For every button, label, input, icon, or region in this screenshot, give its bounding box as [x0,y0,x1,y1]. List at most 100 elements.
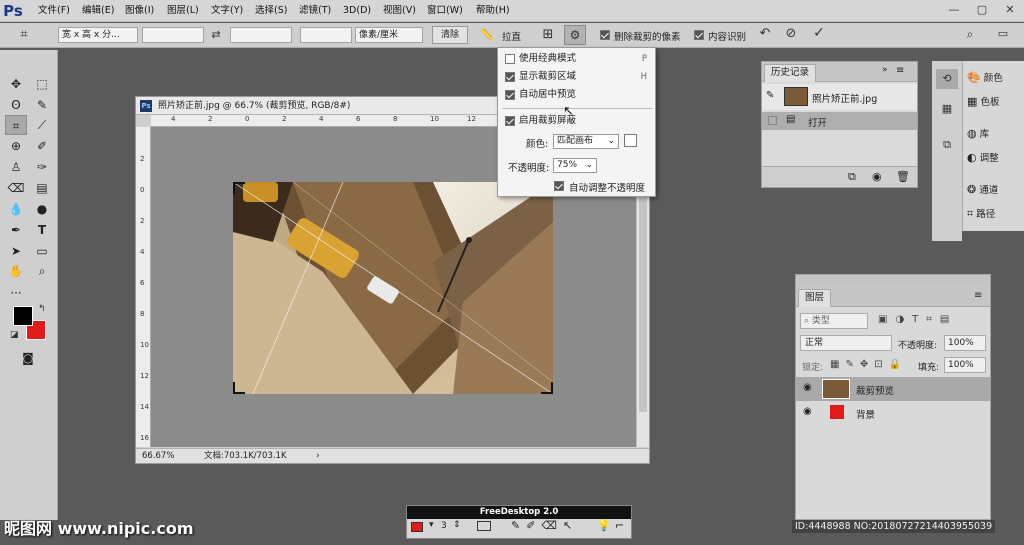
width-input[interactable] [142,27,204,43]
eyedropper-tool-icon[interactable]: ⟋ [31,115,53,135]
overlay-options-icon[interactable]: ⊞ [538,27,558,42]
history-step-row[interactable]: ▤ 打开 [762,112,917,130]
fill-input[interactable]: 100% [944,357,986,373]
stamp-tool-icon[interactable]: ♙ [5,157,27,177]
trash-icon[interactable]: 🗑 [896,170,910,183]
menu-layer[interactable]: 图层(L) [167,0,199,22]
crop-handle-bl[interactable] [233,382,245,394]
more-tools-icon[interactable]: ··· [5,283,27,303]
clone-source-icon[interactable]: ⧉ [936,135,958,155]
visibility-eye-icon[interactable]: ◉ [803,406,812,417]
content-aware-checkbox[interactable] [694,30,704,43]
layers-panel-grip[interactable] [796,275,990,285]
history-tab[interactable]: 历史记录 [764,64,817,82]
camera-icon[interactable]: ◉ [872,170,882,183]
shield-color-select[interactable]: 匹配画布 ⌄ [553,134,619,149]
healing-tool-icon[interactable]: ⊕ [5,136,27,156]
marquee-tool-icon[interactable]: ⬚ [31,74,53,94]
dd-classic-mode[interactable]: 使用经典模式 P [498,50,655,68]
foreground-color-swatch[interactable] [13,306,33,326]
menu-help[interactable]: 帮助(H) [476,0,510,22]
close-button[interactable]: ✕ [996,2,1024,18]
status-expand-icon[interactable]: › [316,449,320,463]
maximize-button[interactable]: ▢ [968,2,996,18]
chevron-down-icon[interactable]: ▾ [429,520,434,530]
classic-mode-checkbox[interactable] [505,54,515,64]
size-stepper-icon[interactable]: ⇕ [453,520,461,530]
clear-button[interactable]: 清除 [432,26,468,44]
layer-filter-select[interactable]: ⌕ 类型 [800,313,868,329]
menu-image[interactable]: 图像(I) [125,0,154,22]
delete-cropped-checkbox[interactable] [600,30,610,43]
workspace-icon[interactable]: ▭ [994,27,1012,40]
menu-window[interactable]: 窗口(W) [427,0,463,22]
lasso-tool-icon[interactable]: ʘ [5,95,27,115]
crop-handle-tl[interactable] [233,182,245,194]
unit-select[interactable]: 像素/厘米 [355,27,423,43]
pen-tool-icon[interactable]: ✒ [5,220,27,240]
ratio-select[interactable]: 宽 x 高 x 分... [58,27,138,43]
zoom-tool-icon[interactable]: ⌕ [31,261,53,281]
crop-tool-preset-icon[interactable]: ⌗ [14,27,34,43]
type-tool-icon[interactable]: T [31,220,53,240]
zoom-level[interactable]: 66.67% [142,449,174,463]
path-select-icon[interactable]: ➤ [5,241,27,261]
lock-icons[interactable]: ▦✎✥⊡🔒 [830,359,907,370]
swap-colors-icon[interactable]: ↰ [38,304,46,314]
pen-color-swatch[interactable] [411,522,423,532]
menu-select[interactable]: 选择(S) [255,0,287,22]
properties-panel-icon[interactable]: ▦ [936,99,958,119]
layer-opacity-input[interactable]: 100% [944,335,986,351]
auto-opacity-checkbox[interactable] [554,181,564,194]
shape-rect-icon[interactable] [477,521,491,531]
crop-preview-image[interactable] [233,182,553,394]
history-brush-icon[interactable]: ✑ [31,157,53,177]
history-snapshot-row[interactable]: ✎ 照片矫正前.jpg [762,84,917,110]
height-input[interactable] [230,27,292,43]
gradient-tool-icon[interactable]: ▤ [31,178,53,198]
blur-tool-icon[interactable]: 💧 [5,199,27,219]
panel-menu-icon[interactable]: ≡ [896,65,904,76]
line-tool-icon[interactable]: ⌐ [615,519,624,532]
straighten-icon[interactable]: 📏 [478,28,496,41]
eraser-tool-icon[interactable]: ⌫ [5,178,27,198]
adjustments-panel-item[interactable]: ◐ 调整 [967,147,1024,169]
layer-row-crop-preview[interactable]: ◉ 裁剪预览 [796,377,990,401]
shield-color-swatch[interactable] [624,134,637,147]
dd-show-crop-area[interactable]: 显示裁剪区域 H [498,68,655,86]
step-source-box[interactable] [768,116,777,125]
cancel-icon[interactable]: ⊘ [782,26,800,41]
brush-tool-icon[interactable]: ✐ [31,136,53,156]
resolution-input[interactable] [300,27,352,43]
minimize-button[interactable]: — [940,2,968,18]
swatches-panel-item[interactable]: ▦ 色板 [967,91,1024,113]
new-document-icon[interactable]: ⧉ [848,170,856,184]
quick-select-tool-icon[interactable]: ✎ [31,95,53,115]
hand-tool-icon[interactable]: ✋ [5,261,27,281]
history-panel-icon[interactable]: ⟲ [936,69,958,89]
channels-panel-item[interactable]: ❂ 通道 [967,179,1024,201]
gear-icon[interactable]: ⚙ [564,25,586,45]
menu-file[interactable]: 文件(F) [38,0,70,22]
commit-icon[interactable]: ✓ [810,25,828,41]
crop-tool-icon[interactable]: ⌗ [5,115,27,135]
shield-opacity-input[interactable]: 75% ⌄ [553,158,597,173]
menu-filter[interactable]: 滤镜(T) [299,0,331,22]
pen-size-value[interactable]: 3 [441,521,447,531]
color-panel-item[interactable]: 🎨 颜色 [967,67,1024,89]
reset-icon[interactable]: ↶ [756,26,774,41]
search-icon[interactable]: ⌕ [962,27,978,42]
menu-view[interactable]: 视图(V) [383,0,416,22]
crop-handle-br[interactable] [541,382,553,394]
drawing-tool-icons[interactable]: ✎✐⌫↖ [511,519,578,532]
dd-enable-shield[interactable]: 启用裁剪屏蔽 [498,112,655,130]
dd-auto-center[interactable]: 自动居中预览 [498,86,655,104]
straighten-label[interactable]: 拉直 [502,29,521,43]
highlighter-icon[interactable]: 💡 [597,519,611,532]
move-tool-icon[interactable]: ✥ [5,74,27,94]
shape-tool-icon[interactable]: ▭ [31,241,53,261]
visibility-eye-icon[interactable]: ◉ [803,382,812,393]
layer-filter-icons[interactable]: ▣◑T⌗▤ [878,314,957,325]
enable-shield-checkbox[interactable] [505,116,515,126]
menu-edit[interactable]: 编辑(E) [82,0,114,22]
